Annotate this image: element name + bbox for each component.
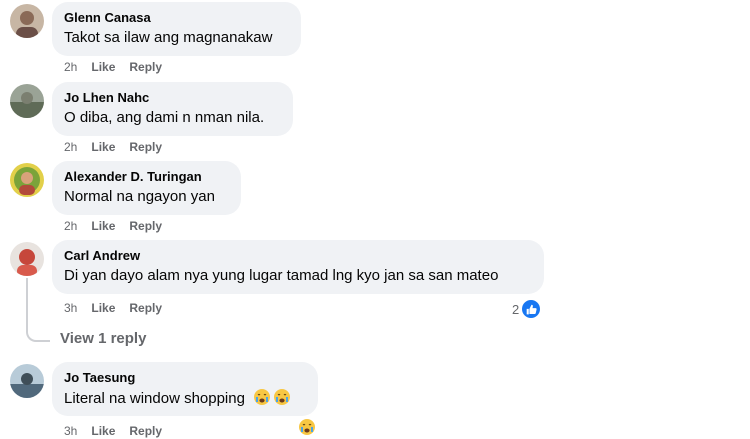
- reaction-number: 2: [512, 301, 520, 317]
- reply-button[interactable]: Reply: [129, 301, 162, 315]
- view-replies-link[interactable]: View 1 reply: [60, 330, 146, 347]
- reply-button[interactable]: Reply: [129, 140, 162, 154]
- crying-face-icon: [273, 388, 291, 406]
- reply-button[interactable]: Reply: [129, 424, 162, 438]
- comment-actions: 2h Like Reply: [64, 218, 176, 234]
- comment-time[interactable]: 3h: [64, 424, 77, 438]
- avatar[interactable]: [10, 84, 44, 118]
- comment-time[interactable]: 2h: [64, 60, 77, 74]
- comment-time[interactable]: 3h: [64, 301, 77, 315]
- comment-text: Takot sa ilaw ang magnanakaw: [64, 29, 273, 46]
- crying-face-icon: [298, 418, 316, 436]
- comment-author[interactable]: Glenn Canasa: [64, 10, 289, 26]
- comment-bubble: Jo Taesung Literal na window shopping: [52, 362, 318, 416]
- comment-author[interactable]: Jo Taesung: [64, 370, 306, 386]
- thread-connector: [26, 316, 50, 342]
- like-icon: [521, 299, 542, 319]
- comment-bubble: Carl Andrew Di yan dayo alam nya yung lu…: [52, 240, 544, 294]
- reaction-count[interactable]: [298, 418, 316, 436]
- comment-author[interactable]: Alexander D. Turingan: [64, 169, 229, 185]
- comment-text-body: Literal na window shopping: [64, 390, 245, 407]
- avatar[interactable]: [10, 242, 44, 276]
- comment-bubble: Glenn Canasa Takot sa ilaw ang magnanaka…: [52, 2, 301, 56]
- comment-text: Di yan dayo alam nya yung lugar tamad ln…: [64, 267, 499, 284]
- comment-actions: 3h Like Reply: [64, 300, 176, 316]
- like-button[interactable]: Like: [91, 424, 115, 438]
- like-button[interactable]: Like: [91, 140, 115, 154]
- like-button[interactable]: Like: [91, 301, 115, 315]
- like-button[interactable]: Like: [91, 60, 115, 74]
- comment-bubble: Jo Lhen Nahc O diba, ang dami n nman nil…: [52, 82, 293, 136]
- comment-actions: 2h Like Reply: [64, 139, 176, 155]
- crying-face-icon: [253, 388, 271, 406]
- comment-text: O diba, ang dami n nman nila.: [64, 109, 265, 126]
- comment-time[interactable]: 2h: [64, 140, 77, 154]
- avatar[interactable]: [10, 4, 44, 38]
- reaction-count[interactable]: 2: [512, 299, 542, 319]
- comment-author[interactable]: Carl Andrew: [64, 248, 532, 264]
- avatar[interactable]: [10, 163, 44, 197]
- thread-line: [26, 278, 28, 316]
- comment-time[interactable]: 2h: [64, 219, 77, 233]
- comment-author[interactable]: Jo Lhen Nahc: [64, 90, 281, 106]
- comment-bubble: Alexander D. Turingan Normal na ngayon y…: [52, 161, 241, 215]
- comment-text: Literal na window shopping: [64, 388, 306, 409]
- like-button[interactable]: Like: [91, 219, 115, 233]
- reply-button[interactable]: Reply: [129, 219, 162, 233]
- comment-actions: 2h Like Reply: [64, 59, 176, 75]
- reply-button[interactable]: Reply: [129, 60, 162, 74]
- comment-text: Normal na ngayon yan: [64, 188, 215, 205]
- avatar[interactable]: [10, 364, 44, 398]
- comment-actions: 3h Like Reply: [64, 423, 176, 439]
